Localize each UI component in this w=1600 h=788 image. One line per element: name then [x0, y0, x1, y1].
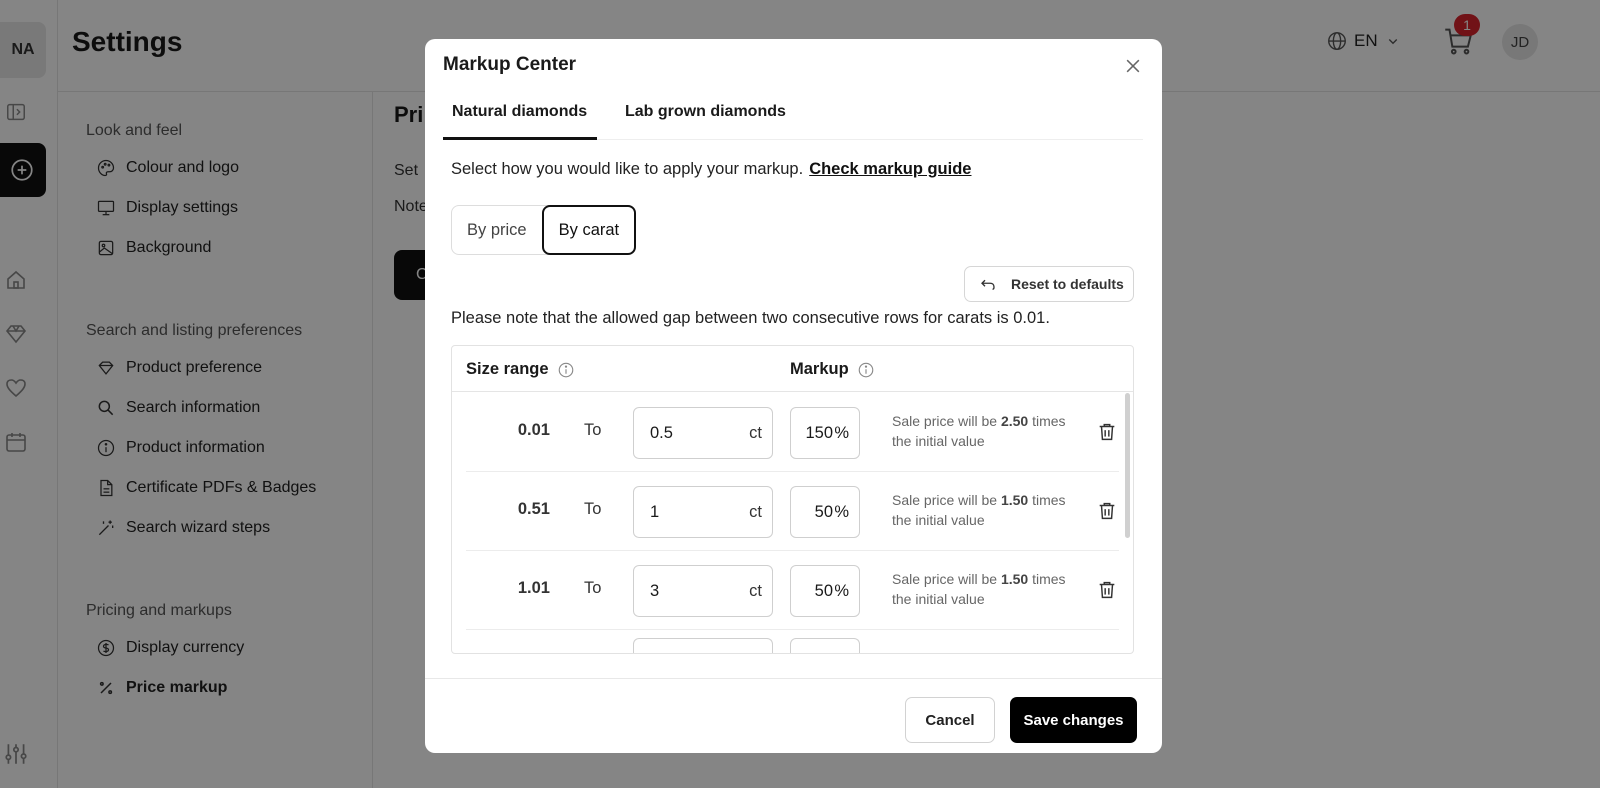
table-row: [466, 630, 1119, 653]
tab-natural-diamonds[interactable]: Natural diamonds: [452, 103, 587, 137]
markup-input[interactable]: 150%: [790, 407, 860, 459]
carat-to-input[interactable]: 3 ct: [633, 565, 773, 617]
carat-to-input[interactable]: 1 ct: [633, 486, 773, 538]
table-row: 0.01 To 0.5 ct 150% Sale price will be 2.…: [466, 393, 1119, 472]
to-label: To: [584, 421, 602, 439]
trash-icon: [1099, 423, 1115, 441]
info-icon[interactable]: [857, 361, 875, 379]
undo-icon: [981, 279, 995, 290]
markup-guide-link[interactable]: Check markup guide: [809, 160, 971, 178]
delete-row-button[interactable]: [1096, 500, 1118, 522]
cancel-button[interactable]: Cancel: [905, 697, 995, 743]
sale-price-description: Sale price will be 2.50 times the initia…: [892, 413, 1066, 449]
carat-to-input[interactable]: 0.5 ct: [633, 407, 773, 459]
range-from: 1.01: [517, 579, 550, 597]
size-range-header: Size range: [466, 360, 575, 379]
markup-center-dialog: Markup Center Natural diamonds Lab grown…: [425, 39, 1162, 753]
table-row: 1.01 To 3 ct 50% Sale price will be 1.50 …: [466, 551, 1119, 630]
markup-input[interactable]: [790, 638, 860, 653]
tab-lab-grown-diamonds[interactable]: Lab grown diamonds: [625, 103, 786, 137]
reset-to-defaults-button[interactable]: Reset to defaults: [964, 266, 1134, 302]
delete-row-button[interactable]: [1096, 579, 1118, 601]
sale-price-description: Sale price will be 1.50 times the initia…: [892, 492, 1066, 528]
dialog-footer: Cancel Save changes: [425, 678, 1162, 753]
to-label: To: [584, 579, 602, 597]
info-icon[interactable]: [557, 361, 575, 379]
sale-price-description: Sale price will be 1.50 times the initia…: [892, 571, 1066, 607]
markup-input[interactable]: 50%: [790, 565, 860, 617]
diamond-type-tabs: Natural diamonds Lab grown diamonds: [443, 39, 1143, 140]
table-scrollbar[interactable]: [1125, 393, 1130, 538]
markup-intro: Select how you would like to apply your …: [451, 160, 972, 178]
table-header: Size range Markup: [452, 346, 1133, 392]
table-row: 0.51 To 1 ct 50% Sale price will be 1.50 …: [466, 472, 1119, 551]
carat-gap-note: Please note that the allowed gap between…: [451, 309, 1050, 327]
markup-input[interactable]: 50%: [790, 486, 860, 538]
active-tab-indicator: [443, 137, 597, 140]
markup-table: Size range Markup 0.01 To 0.5 ct 150% Sal…: [451, 345, 1134, 654]
range-from: 0.51: [517, 500, 550, 518]
delete-row-button[interactable]: [1096, 421, 1118, 443]
by-price-option[interactable]: By price: [452, 206, 542, 254]
carat-to-input[interactable]: [633, 638, 773, 653]
markup-mode-toggle: By price By carat: [451, 205, 637, 255]
markup-header: Markup: [790, 360, 875, 379]
save-changes-button[interactable]: Save changes: [1010, 697, 1137, 743]
trash-icon: [1099, 581, 1115, 599]
by-carat-option[interactable]: By carat: [541, 205, 637, 255]
trash-icon: [1099, 502, 1115, 520]
to-label: To: [584, 500, 602, 518]
range-from: 0.01: [517, 421, 550, 439]
